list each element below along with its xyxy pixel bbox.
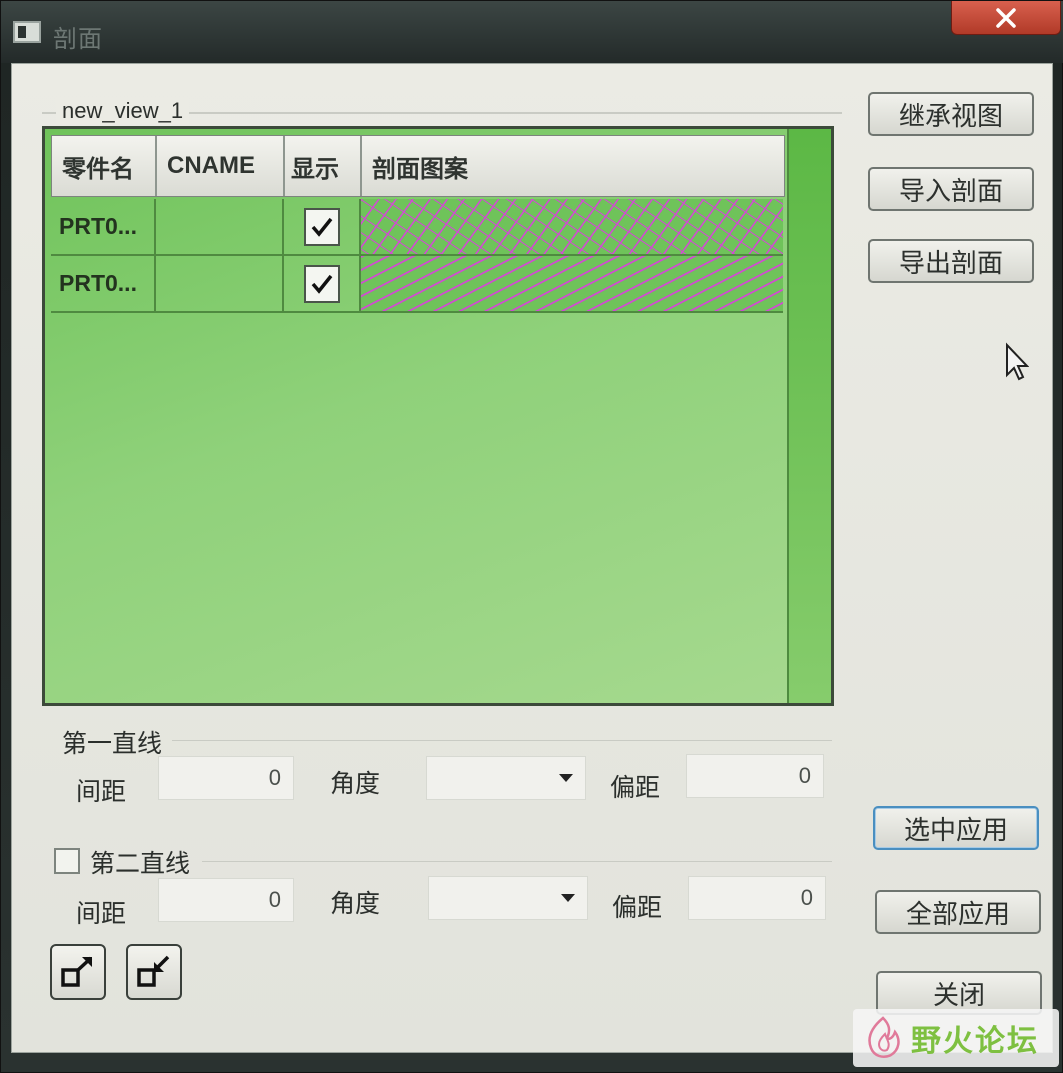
checkmark-icon <box>311 217 332 237</box>
inherit-view-button[interactable]: 继承视图 <box>868 92 1034 136</box>
section-pattern-cell[interactable] <box>361 199 783 256</box>
first-line-angle-select[interactable] <box>426 756 586 800</box>
shrink-arrow-icon <box>137 955 170 987</box>
shrink-button[interactable] <box>126 944 182 1000</box>
crosshatch-pattern-swatch <box>361 199 783 254</box>
visible-checkbox[interactable] <box>303 207 340 246</box>
watermark-text: 野火论坛 <box>911 1024 1039 1059</box>
app-icon <box>13 21 41 43</box>
cname-cell[interactable] <box>156 256 284 313</box>
second-line-offset-label: 偏距 <box>612 893 663 922</box>
checkmark-icon <box>311 274 332 294</box>
column-header-visible[interactable]: 显示 <box>285 136 362 196</box>
diagonal-hatch-pattern-swatch <box>361 256 783 311</box>
apply-selected-button[interactable]: 选中应用 <box>873 806 1039 850</box>
forum-watermark: 野火论坛 <box>853 1009 1059 1067</box>
section-pattern-cell[interactable] <box>361 256 783 313</box>
visible-checkbox[interactable] <box>303 264 340 303</box>
table-vertical-scrollbar[interactable] <box>787 129 831 703</box>
first-line-spacing-input[interactable]: 0 <box>158 756 294 800</box>
close-icon <box>996 7 1016 28</box>
second-line-angle-label: 角度 <box>330 889 381 918</box>
dialog-client-area: new_view_1 零件名 CNAME 显示 剖面图案 PRT0... PRT… <box>11 63 1053 1053</box>
table-header: 零件名 CNAME 显示 剖面图案 <box>51 135 785 197</box>
column-header-part-name[interactable]: 零件名 <box>52 136 157 196</box>
part-name-cell[interactable]: PRT0... <box>51 256 156 313</box>
first-line-divider <box>172 740 832 741</box>
second-line-spacing-label: 间距 <box>76 899 127 928</box>
view-group-label: new_view_1 <box>56 98 190 124</box>
visible-cell <box>284 199 361 256</box>
table-row[interactable]: PRT0... <box>51 256 783 313</box>
export-section-button[interactable]: 导出剖面 <box>868 239 1034 283</box>
enlarge-button[interactable] <box>50 944 106 1000</box>
first-line-spacing-label: 间距 <box>76 777 127 806</box>
first-line-offset-label: 偏距 <box>610 773 661 802</box>
table-row[interactable]: PRT0... <box>51 199 783 256</box>
second-line-spacing-input[interactable]: 0 <box>158 878 294 922</box>
first-line-angle-label: 角度 <box>330 769 381 798</box>
visible-cell <box>284 256 361 313</box>
flame-logo-icon <box>868 1016 900 1058</box>
expand-arrow-icon <box>61 956 93 987</box>
mouse-cursor-icon <box>1006 342 1029 381</box>
section-dialog-window: 剖面 new_view_1 零件名 CNAME 显示 剖面图案 PRT0... <box>0 0 1063 1073</box>
column-header-cname[interactable]: CNAME <box>157 136 285 196</box>
second-line-checkbox[interactable] <box>54 848 80 874</box>
first-line-title: 第一直线 <box>62 729 163 758</box>
section-table[interactable]: 零件名 CNAME 显示 剖面图案 PRT0... PRT0... <box>42 126 834 706</box>
chevron-down-icon <box>561 894 575 902</box>
chevron-down-icon <box>559 774 573 782</box>
window-title: 剖面 <box>53 26 103 53</box>
column-header-section-pattern[interactable]: 剖面图案 <box>362 136 784 196</box>
second-line-angle-select[interactable] <box>428 876 588 920</box>
apply-all-button[interactable]: 全部应用 <box>875 890 1041 934</box>
first-line-offset-input[interactable]: 0 <box>686 754 824 798</box>
import-section-button[interactable]: 导入剖面 <box>868 167 1034 211</box>
second-line-offset-input[interactable]: 0 <box>688 876 826 920</box>
cname-cell[interactable] <box>156 199 284 256</box>
part-name-cell[interactable]: PRT0... <box>51 199 156 256</box>
second-line-divider <box>202 861 832 862</box>
second-line-title: 第二直线 <box>90 849 191 878</box>
close-window-button[interactable] <box>951 1 1061 35</box>
title-bar[interactable]: 剖面 <box>1 1 1063 63</box>
